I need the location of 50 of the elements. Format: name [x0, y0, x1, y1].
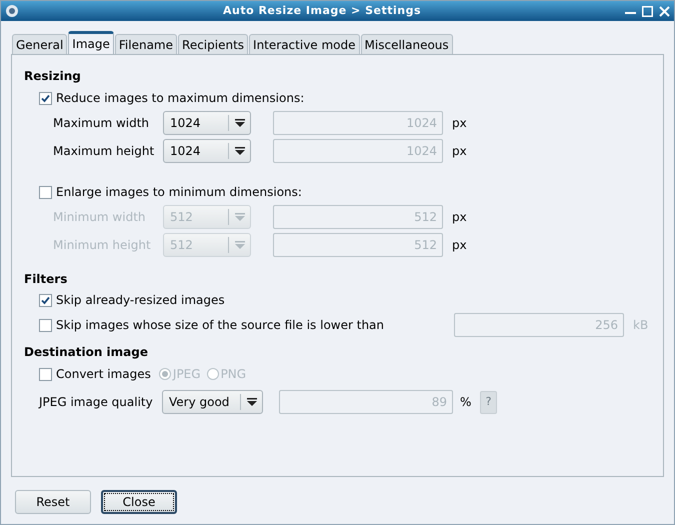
tab[interactable]: Miscellaneous [360, 34, 453, 54]
field-label: Minimum width [53, 209, 147, 226]
dropdown-arrow-icon [234, 147, 244, 155]
dropdown[interactable]: Very good [162, 390, 263, 414]
unit-label: % [460, 394, 472, 411]
radio-label: JPEG [172, 366, 201, 383]
checkmark-icon [41, 94, 50, 102]
dropdown-arrow-icon [246, 398, 256, 406]
section-heading: Destination image [24, 344, 149, 361]
checkbox[interactable] [39, 368, 52, 380]
checkbox[interactable] [39, 294, 52, 306]
dropdown-arrow-icon [234, 241, 244, 249]
unit-label: px [452, 209, 467, 226]
dropdown[interactable]: 1024 [163, 139, 251, 163]
unit-label: px [452, 115, 467, 132]
dropdown-arrow-icon [234, 119, 244, 127]
tab[interactable]: Filename [114, 34, 178, 54]
tab[interactable]: Image [68, 31, 114, 54]
checkmark-icon [41, 296, 50, 304]
checkbox-label: Enlarge images to minimum dimensions: [56, 184, 302, 201]
dialog-button[interactable]: Close [101, 490, 177, 514]
checkbox-label: Skip images whose size of the source file is lower than [56, 317, 386, 334]
tab[interactable]: Recipients [178, 34, 248, 54]
radio-button[interactable] [206, 368, 219, 380]
field-label: Maximum width [53, 115, 150, 132]
window-title: Auto Resize Image > Settings [222, 2, 422, 19]
dropdown[interactable]: 1024 [163, 111, 251, 135]
checkbox[interactable] [39, 186, 52, 198]
field-label: Minimum height [53, 237, 152, 254]
checkbox-label: Reduce images to maximum dimensions: [56, 90, 304, 107]
tab[interactable]: General [12, 34, 68, 54]
dialog-button[interactable]: Reset [15, 490, 91, 514]
radio-label: PNG [220, 366, 246, 383]
radio-button[interactable] [158, 368, 171, 380]
checkbox[interactable] [39, 318, 52, 332]
checkbox-label: Convert images [56, 366, 151, 383]
section-heading: Resizing [24, 68, 82, 85]
close-icon[interactable] [659, 6, 670, 16]
tab[interactable]: Interactive mode [249, 34, 360, 54]
section-heading: Filters [24, 271, 68, 288]
unit-label: px [452, 143, 467, 160]
unit-label: px [452, 237, 467, 254]
unit-label: kB [633, 317, 648, 334]
app-icon [5, 4, 19, 18]
dropdown-arrow-icon [234, 213, 244, 221]
maximize-icon[interactable] [642, 6, 653, 16]
field-label: Maximum height [53, 143, 156, 160]
checkbox-label: Skip already-resized images [56, 292, 225, 309]
checkbox[interactable] [39, 92, 52, 104]
field-label: JPEG image quality [39, 394, 154, 411]
